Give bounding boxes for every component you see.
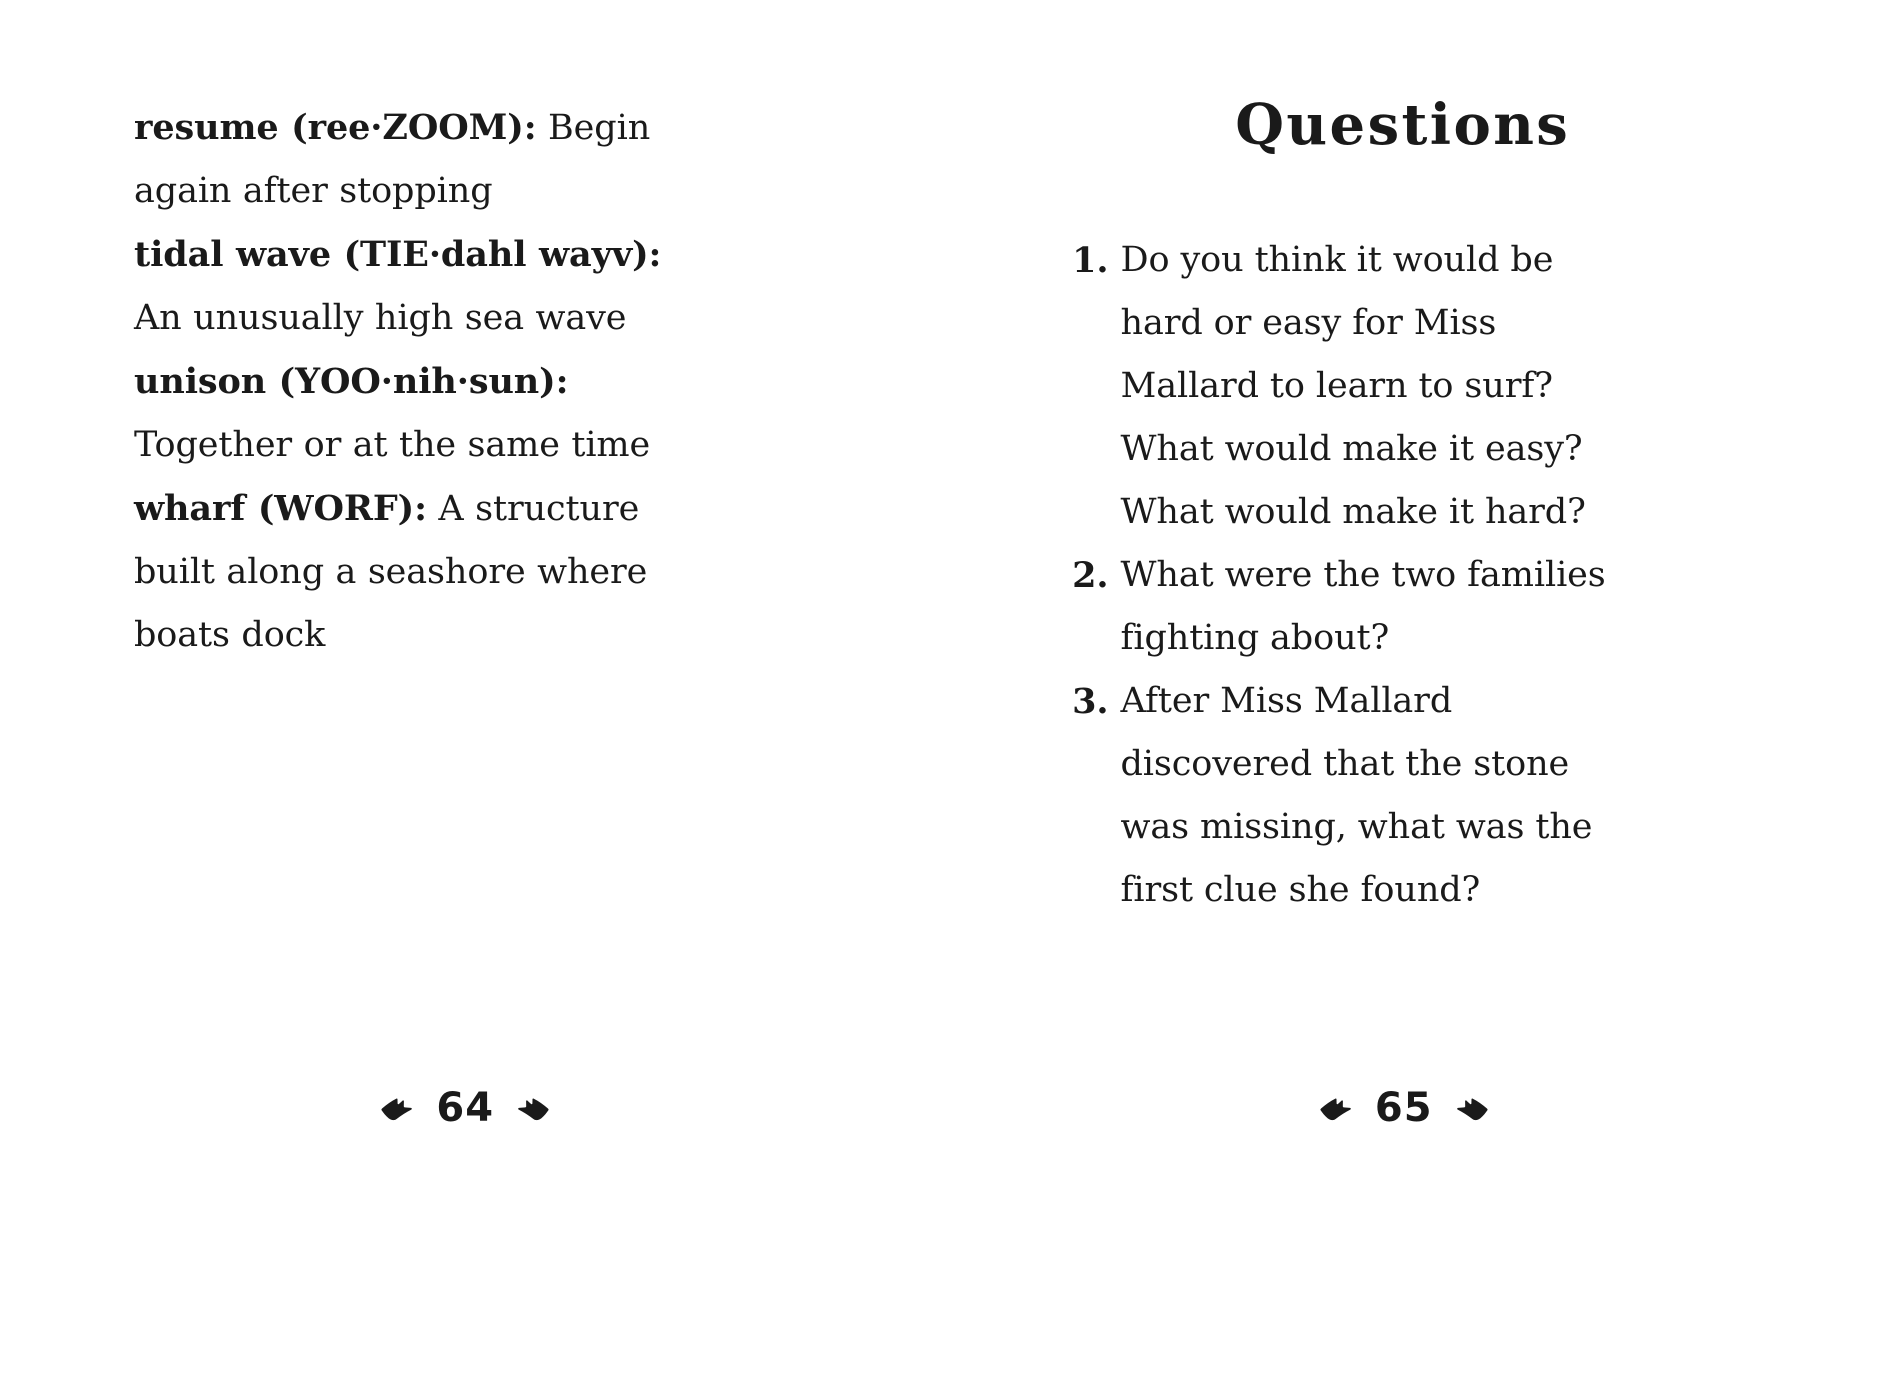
glossary-entry: wharf (WORF): A structure built along a … xyxy=(134,477,694,667)
page-right-questions: Questions 1. Do you think it would be ha… xyxy=(941,0,1881,1400)
duck-foot-right-icon xyxy=(1455,1092,1489,1124)
glossary-definition: An unusually high sea wave xyxy=(134,298,627,338)
duck-foot-left-icon xyxy=(1319,1092,1353,1124)
question-number: 2. xyxy=(1072,554,1109,596)
glossary-term: resume (ree·ZOOM): xyxy=(134,107,537,148)
questions-list: 1. Do you think it would be hard or easy… xyxy=(1061,229,1752,922)
duck-foot-right-icon xyxy=(516,1092,550,1124)
glossary-term: wharf (WORF): xyxy=(134,488,427,529)
page-number: 64 xyxy=(436,1085,495,1131)
page-footer-left: 64 xyxy=(0,1088,941,1128)
question-text: Do you think it would be hard or easy fo… xyxy=(1120,239,1586,532)
question-number: 1. xyxy=(1072,239,1109,281)
page-left-glossary: resume (ree·ZOOM): Begin again after sto… xyxy=(0,0,941,1400)
question-number: 3. xyxy=(1072,680,1109,722)
question-item: 1. Do you think it would be hard or easy… xyxy=(1061,229,1752,544)
glossary-term: tidal wave (TIE·dahl wayv): xyxy=(134,234,662,275)
book-spread: resume (ree·ZOOM): Begin again after sto… xyxy=(0,0,1881,1400)
question-item: 3. After Miss Mallard discovered that th… xyxy=(1061,670,1752,922)
glossary-entry: unison (YOO·nih·sun): Together or at the… xyxy=(134,350,694,477)
question-text: What were the two families fighting abou… xyxy=(1120,554,1606,658)
glossary-entry: resume (ree·ZOOM): Begin again after sto… xyxy=(134,96,694,223)
glossary-term: unison (YOO·nih·sun): xyxy=(134,361,569,402)
glossary-list: resume (ree·ZOOM): Begin again after sto… xyxy=(134,96,821,667)
question-text: After Miss Mallard discovered that the s… xyxy=(1120,680,1593,910)
duck-foot-left-icon xyxy=(380,1092,414,1124)
page-footer-right: 65 xyxy=(941,1088,1881,1128)
glossary-definition: Together or at the same time xyxy=(134,425,651,465)
glossary-entry: tidal wave (TIE·dahl wayv): An unusually… xyxy=(134,223,694,350)
page-number: 65 xyxy=(1374,1085,1433,1131)
question-item: 2. What were the two families fighting a… xyxy=(1061,544,1752,670)
page-title: Questions xyxy=(1235,92,1571,158)
